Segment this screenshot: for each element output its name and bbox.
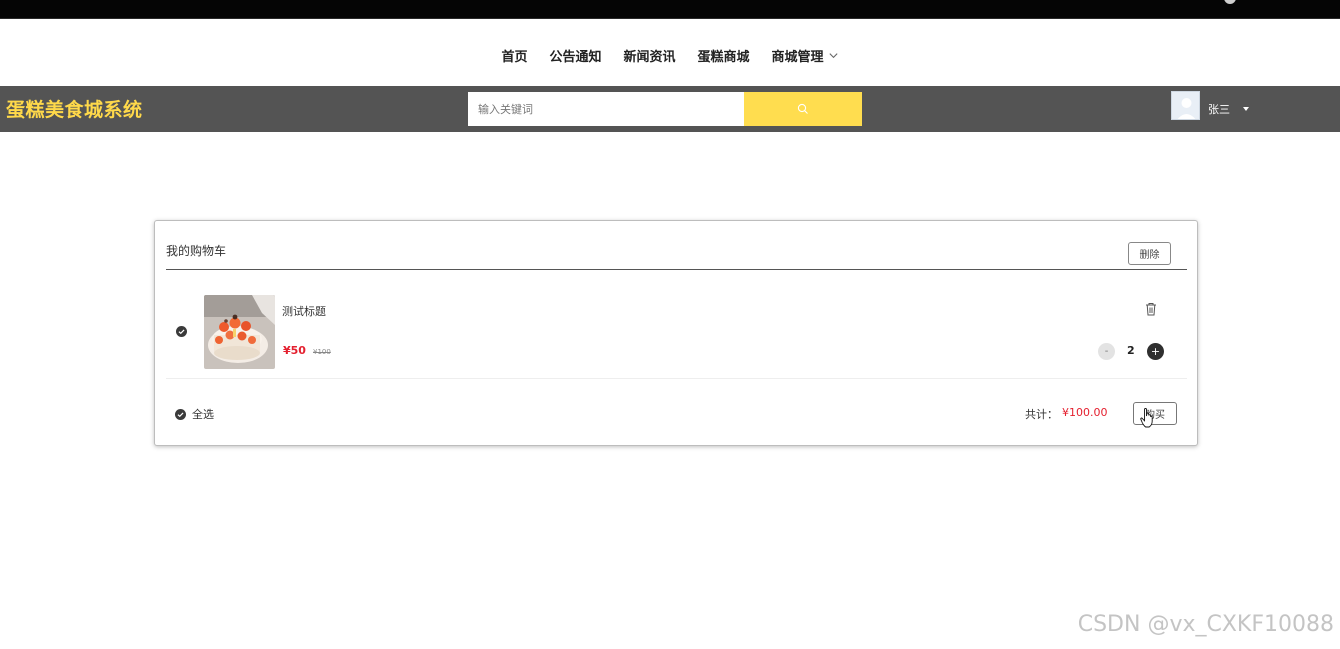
nav-label: 首页 [501, 49, 528, 65]
check-circle-icon [176, 326, 187, 337]
total-label: 共计： [1025, 408, 1058, 421]
buy-button[interactable]: 购买 [1133, 402, 1177, 425]
site-logo: 蛋糕美食城系统 [6, 99, 143, 121]
select-all-checkbox[interactable]: 全选 [175, 406, 214, 422]
product-original-price: ¥100 [313, 348, 331, 356]
quantity-increase-button[interactable]: + [1147, 343, 1164, 360]
chevron-down-icon [828, 52, 838, 58]
shopping-cart-panel: 我的购物车 删除 测试标题 ¥50 ¥100 - 2 + 全选 共计： ¥100… [154, 220, 1198, 446]
cart-header-divider [166, 269, 1187, 270]
check-circle-icon [175, 408, 186, 420]
nav-item-home[interactable]: 首页 [501, 46, 527, 65]
user-menu-caret-icon[interactable] [1243, 107, 1249, 111]
watermark: CSDN @vx_CXKF10088 [1077, 612, 1334, 637]
select-all-label: 全选 [192, 408, 214, 421]
user-icon [1172, 92, 1199, 119]
item-divider [166, 378, 1187, 379]
nav-label: 新闻资讯 [623, 49, 676, 65]
site-header: 蛋糕美食城系统 张三 [0, 86, 1340, 132]
username[interactable]: 张三 [1208, 101, 1230, 117]
nav-item-announcements[interactable]: 公告通知 [549, 46, 601, 65]
remove-item-button[interactable] [1145, 301, 1157, 316]
search-input[interactable] [468, 92, 744, 126]
nav-item-news[interactable]: 新闻资讯 [623, 46, 675, 65]
item-checkbox[interactable] [176, 326, 187, 337]
quantity-value: 2 [1127, 344, 1135, 357]
top-bar-indicator [1224, 0, 1236, 4]
nav-label: 商城管理 [771, 49, 824, 65]
nav-label: 蛋糕商城 [697, 49, 750, 65]
avatar[interactable] [1171, 91, 1200, 120]
nav-item-shop-admin[interactable]: 商城管理 [772, 46, 839, 65]
cake-image [204, 295, 275, 369]
product-title[interactable]: 测试标题 [282, 303, 326, 319]
search-icon [797, 103, 808, 114]
nav-label: 公告通知 [549, 49, 602, 65]
trash-icon [1146, 303, 1156, 316]
cart-title: 我的购物车 [166, 244, 227, 258]
product-image[interactable] [204, 295, 275, 369]
quantity-decrease-button[interactable]: - [1098, 343, 1115, 360]
product-price: ¥50 [283, 344, 306, 357]
top-system-bar [0, 0, 1340, 19]
total-value: ¥100.00 [1062, 406, 1108, 419]
nav-item-cake-shop[interactable]: 蛋糕商城 [698, 46, 750, 65]
delete-button[interactable]: 删除 [1128, 242, 1171, 265]
search-button[interactable] [744, 92, 862, 126]
main-nav: 首页 公告通知 新闻资讯 蛋糕商城 商城管理 [0, 44, 1340, 66]
